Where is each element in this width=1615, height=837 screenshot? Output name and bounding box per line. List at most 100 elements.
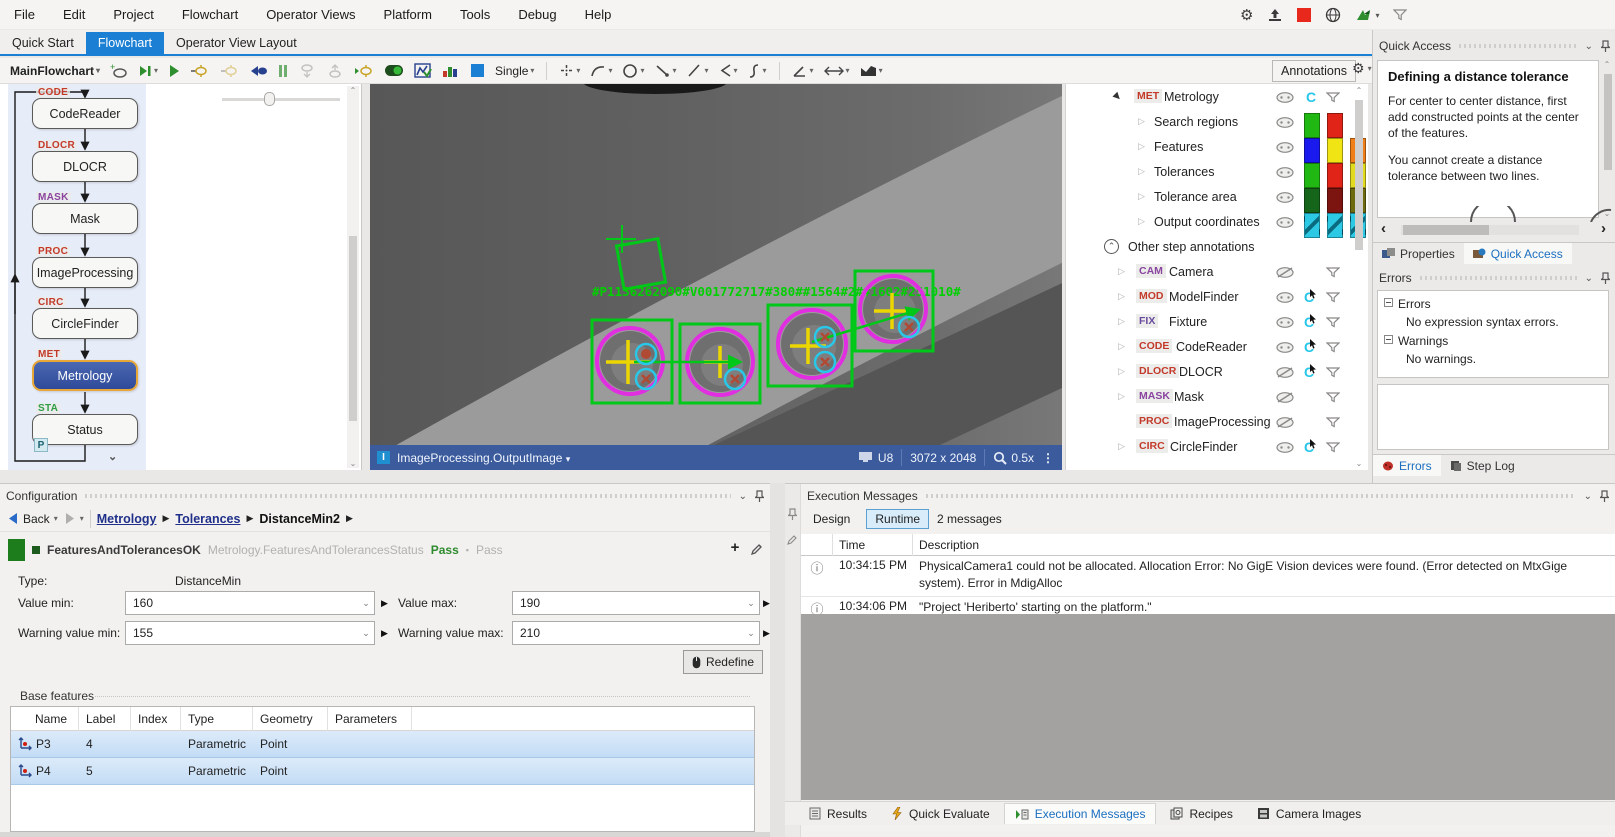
chart-icon[interactable] (412, 60, 434, 82)
eye-visible-icon[interactable] (1276, 92, 1295, 103)
scroll-down-icon[interactable]: ⌄ (1353, 459, 1365, 468)
menu-tools[interactable]: Tools (446, 0, 504, 30)
point-tool-icon[interactable]: ▾ (557, 60, 582, 82)
tab-flowchart[interactable]: Flowchart (86, 32, 164, 54)
quick-access-scrollbar[interactable]: ⌃ ⌄ (1601, 60, 1614, 218)
menu-platform[interactable]: Platform (370, 0, 446, 30)
table-row[interactable]: P4 5 Parametric Point (11, 758, 754, 785)
pause-icon[interactable] (276, 60, 290, 82)
chevron-down-icon[interactable]: ⌄ (1584, 491, 1592, 502)
eye-visible-icon[interactable] (1276, 192, 1295, 203)
chevron-down-icon[interactable]: ⌄ (739, 491, 747, 502)
tree-row-dlocr[interactable]: ▷ DLOCR DLOCR C (1066, 359, 1368, 384)
add-button[interactable]: + (726, 539, 744, 559)
value-max-input[interactable]: 190⌄ (512, 591, 760, 615)
table-header-row[interactable]: Name Label Index Type Geometry Parameter… (11, 707, 754, 731)
expand-expression-icon[interactable]: ▶ (763, 628, 770, 639)
selection-mode-icon[interactable]: C (1304, 434, 1314, 459)
menu-project[interactable]: Project (99, 0, 167, 30)
chevron-down-icon[interactable]: ⌄ (743, 598, 759, 609)
col-geometry[interactable]: Geometry (253, 707, 328, 731)
tab-runtime[interactable]: Runtime (866, 509, 929, 529)
run-icon[interactable] (166, 60, 182, 82)
tab-operator-view-layout[interactable]: Operator View Layout (164, 32, 309, 54)
tree-row-tolerance-area[interactable]: ▷ Tolerance area (1066, 184, 1368, 209)
filter-funnel-icon[interactable] (1326, 267, 1340, 278)
message-row[interactable]: ⓘ 10:34:15 PM PhysicalCamera1 could not … (801, 556, 1615, 597)
table-row[interactable]: P3 4 Parametric Point (11, 731, 754, 758)
tree-row-circlefinder[interactable]: ▷ CIRC CircleFinder C (1066, 434, 1368, 459)
quick-access-header[interactable]: Quick Access ⌄ (1373, 36, 1615, 56)
tab-recipes[interactable]: Recipes (1160, 804, 1242, 824)
warning-max-input[interactable]: 210⌄ (512, 621, 760, 645)
filter-funnel-icon[interactable] (1393, 9, 1407, 21)
tab-properties[interactable]: Properties (1373, 243, 1464, 264)
chevron-down-icon[interactable]: ⌄ (743, 628, 759, 639)
menu-file[interactable]: File (0, 0, 49, 30)
tab-quick-start[interactable]: Quick Start (0, 32, 86, 54)
stop-icon[interactable] (1297, 8, 1311, 22)
forward-button[interactable]: ▾ (64, 512, 84, 525)
selection-mode-icon[interactable]: C (1306, 84, 1316, 109)
tab-step-log[interactable]: Step Log (1441, 455, 1524, 476)
configuration-header[interactable]: Configuration ⌄ (0, 486, 770, 506)
col-description[interactable]: Description (913, 534, 1615, 556)
warning-min-input[interactable]: 155⌄ (125, 621, 375, 645)
flowchart-node-circlefinder[interactable]: CircleFinder (32, 308, 138, 339)
menu-operator-views[interactable]: Operator Views (252, 0, 369, 30)
expander-icon[interactable]: ▷ (1118, 284, 1125, 309)
eye-visible-icon[interactable] (1276, 342, 1295, 353)
eye-visible-icon[interactable] (1276, 167, 1295, 178)
arc-tool-icon[interactable]: ▾ (588, 60, 614, 82)
eye-hidden-icon[interactable] (1276, 417, 1295, 428)
annotations-scrollbar[interactable]: ⌃ ⌄ (1353, 86, 1366, 468)
tree-row-search-regions[interactable]: ▷ Search regions (1066, 109, 1368, 134)
errors-group[interactable]: Errors (1384, 295, 1602, 313)
tree-row-metrology[interactable]: ▶ MET Metrology C (1066, 84, 1368, 109)
flowchart-node-imageprocessing[interactable]: ImageProcessing (32, 257, 138, 288)
chevron-down-icon[interactable]: ⌄ (1585, 41, 1593, 52)
scroll-up-icon[interactable]: ⌃ (1601, 60, 1613, 69)
eye-visible-icon[interactable] (1276, 317, 1295, 328)
next-card-icon[interactable]: › (1601, 220, 1606, 237)
image-menu-icon[interactable]: ⋮ (1042, 451, 1054, 465)
spline-tool-icon[interactable]: ▾ (746, 60, 769, 82)
display-mode-selector[interactable]: Single▾ (493, 60, 536, 82)
step-out-icon[interactable] (324, 60, 346, 82)
col-index[interactable]: Index (131, 707, 181, 731)
chevron-down-icon[interactable]: ⌄ (358, 628, 374, 639)
filter-funnel-icon[interactable] (1326, 367, 1340, 378)
tab-camera-images[interactable]: Camera Images (1247, 804, 1371, 824)
prev-card-icon[interactable]: ‹ (1381, 220, 1386, 237)
expander-icon[interactable]: ▷ (1138, 209, 1145, 234)
menu-debug[interactable]: Debug (504, 0, 570, 30)
expander-icon[interactable]: ▷ (1118, 434, 1125, 459)
tab-execution-messages[interactable]: Execution Messages (1004, 803, 1157, 824)
chevron-down-icon[interactable]: ⌄ (358, 598, 374, 609)
filter-funnel-icon[interactable] (1326, 317, 1340, 328)
globe-icon[interactable] (1325, 7, 1341, 23)
filter-funnel-icon[interactable] (1326, 417, 1340, 428)
scroll-up-icon[interactable]: ⌃ (347, 86, 359, 95)
expander-icon[interactable]: ▷ (1138, 134, 1145, 159)
distance-tool-icon[interactable]: ▾ (822, 60, 852, 82)
goto-step-icon[interactable] (248, 60, 270, 82)
eye-hidden-icon[interactable] (1276, 267, 1295, 278)
image-source-selector[interactable]: ImageProcessing.OutputImage ▾ (397, 451, 570, 465)
annotations-settings-icon[interactable]: ⚙▾ (1352, 61, 1372, 75)
breadcrumb-tolerances[interactable]: Tolerances (175, 512, 240, 526)
eye-visible-icon[interactable] (1276, 217, 1295, 228)
col-parameters[interactable]: Parameters (328, 707, 412, 731)
tree-row-mask[interactable]: ▷ MASK Mask (1066, 384, 1368, 409)
errors-panel-header[interactable]: Errors ⌄ (1373, 268, 1615, 288)
pin-icon[interactable] (755, 490, 764, 502)
edit-pencil-icon[interactable] (787, 534, 798, 545)
step-run-icon[interactable] (352, 60, 376, 82)
col-label[interactable]: Label (79, 707, 131, 731)
tab-quick-access[interactable]: Quick Access (1464, 243, 1572, 264)
polyline-tool-icon[interactable]: ▾ (717, 60, 740, 82)
col-time[interactable]: Time (833, 534, 913, 556)
eye-visible-icon[interactable] (1276, 442, 1295, 453)
expander-icon[interactable]: ▷ (1138, 109, 1145, 134)
filter-funnel-icon[interactable] (1326, 342, 1340, 353)
